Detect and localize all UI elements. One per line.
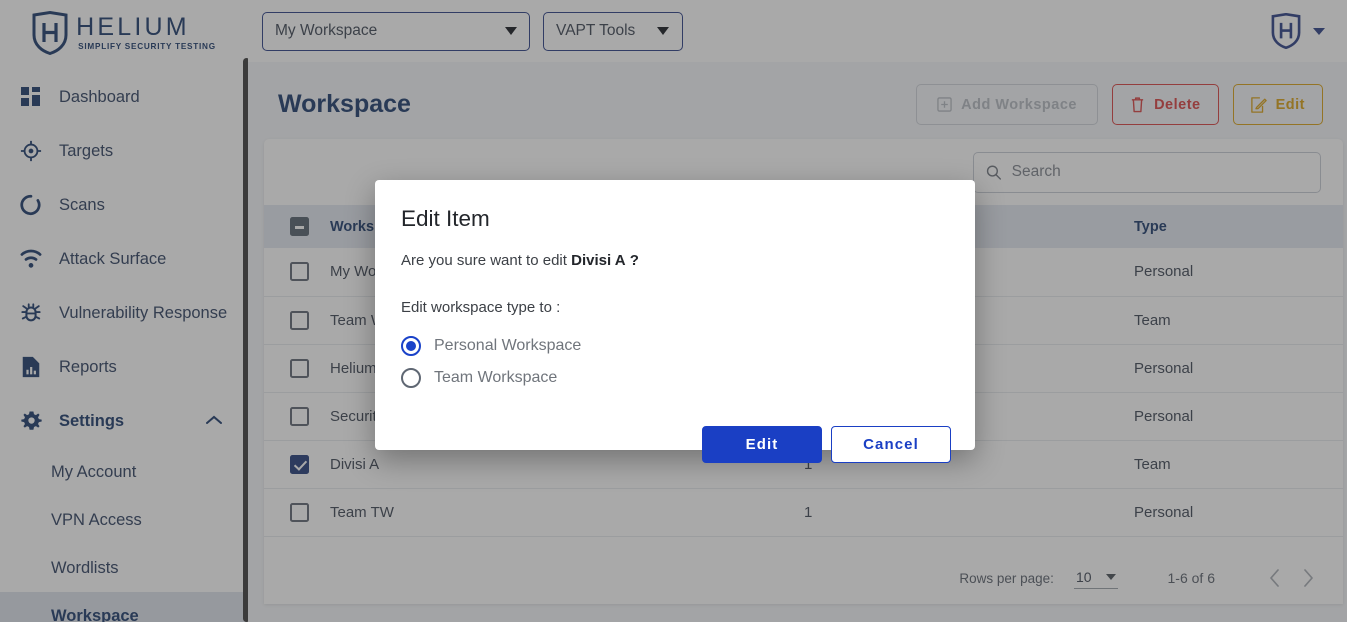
- dialog-question: Are you sure want to edit Divisi A ?: [401, 252, 951, 269]
- edit-item-dialog: Edit Item Are you sure want to edit Divi…: [375, 180, 975, 463]
- radio-icon[interactable]: [401, 368, 421, 388]
- dialog-confirm-button[interactable]: Edit: [702, 426, 822, 463]
- radio-option-team-workspace[interactable]: Team Workspace: [401, 362, 951, 394]
- dialog-actions: Edit Cancel: [401, 426, 951, 463]
- dialog-question-suffix: ?: [629, 252, 639, 269]
- radio-label: Personal Workspace: [434, 337, 582, 354]
- radio-icon-selected[interactable]: [401, 336, 421, 356]
- app-root: HELIUM SIMPLIFY SECURITY TESTING Dashboa…: [0, 0, 1347, 622]
- radio-option-personal-workspace[interactable]: Personal Workspace: [401, 330, 951, 362]
- dialog-cancel-button[interactable]: Cancel: [831, 426, 951, 463]
- dialog-question-prefix: Are you sure want to edit: [401, 252, 567, 269]
- radio-label: Team Workspace: [434, 369, 558, 386]
- dialog-question-target: Divisi A: [571, 252, 626, 269]
- dialog-subtitle: Edit workspace type to :: [401, 299, 561, 316]
- dialog-title: Edit Item: [401, 206, 490, 231]
